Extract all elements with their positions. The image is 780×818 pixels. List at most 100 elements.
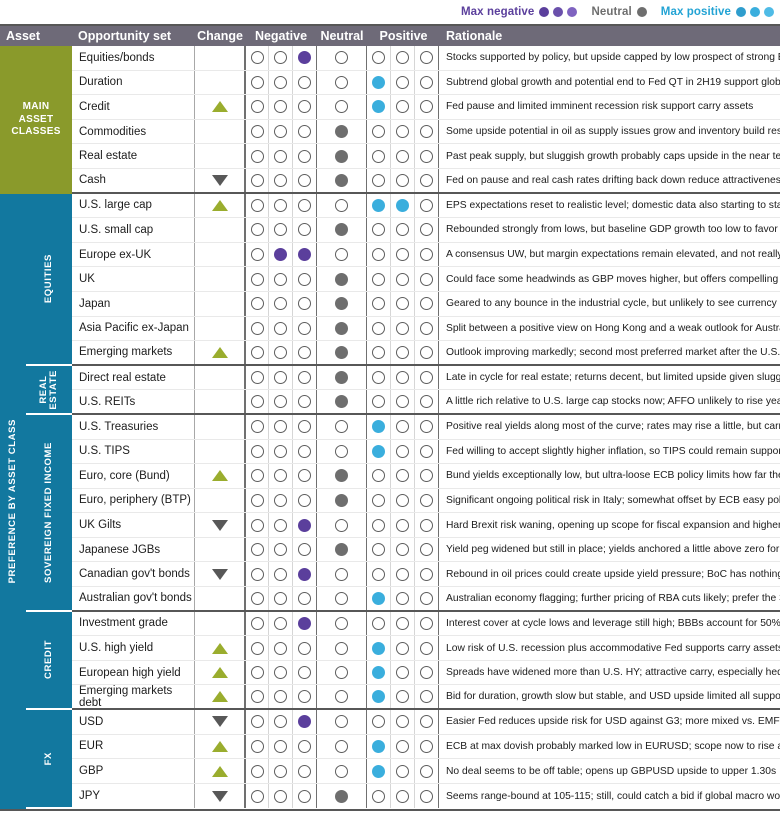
table-row[interactable]: Emerging markets debt Bid for duration, g…	[72, 685, 780, 711]
positive-dot-cell-1	[367, 316, 391, 341]
table-row[interactable]: Emerging markets Outlook improving marked…	[72, 341, 780, 366]
rating-dots	[245, 759, 439, 783]
positive-dot-cell-1	[367, 513, 391, 537]
table-row[interactable]: Japanese JGBs Yield peg widened but still…	[72, 537, 780, 563]
dot-positive-2	[396, 51, 409, 65]
dot-neutral	[335, 567, 348, 581]
neutral-dot-cell	[317, 488, 367, 513]
positive-dot-cell-2	[391, 316, 415, 341]
dot-negative-3	[298, 321, 311, 335]
data-table: Asset class Opportunity set Change Negat…	[0, 24, 780, 811]
table-row[interactable]: Direct real estate Late in cycle for real…	[72, 365, 780, 391]
dot-positive-2	[396, 321, 409, 335]
dot-negative-2	[274, 272, 287, 286]
table-row[interactable]: U.S. high yield Low risk of U.S. recessio…	[72, 636, 780, 661]
positive-dot-cell-1	[367, 70, 391, 95]
positive-dot-cell-1	[367, 267, 391, 291]
table-row[interactable]: U.S. large cap EPS expectations reset to …	[72, 193, 780, 219]
table-row[interactable]: Investment grade Interest cover at cycle …	[72, 611, 780, 637]
positive-dot-cell-1	[367, 488, 391, 513]
table-row[interactable]: USD Easier Fed reduces upside risk for US…	[72, 710, 780, 735]
dot-positive-3	[420, 420, 433, 434]
table-row[interactable]: European high yield Spreads have widened …	[72, 660, 780, 686]
table-row[interactable]: Commodities Some upside potential in oil …	[72, 119, 780, 145]
table-row[interactable]: Australian gov't bonds Australian economy…	[72, 587, 780, 612]
change-cell	[195, 193, 245, 218]
negative-dot-cell-1	[245, 365, 269, 390]
dot-negative-1	[250, 666, 264, 680]
dot-positive-1	[372, 715, 385, 729]
table-row[interactable]: Europe ex-UK A consensus UW, but margin e…	[72, 242, 780, 268]
positive-dot-cell-3	[415, 759, 439, 783]
rationale-cell: Past peak supply, but sluggish growth pr…	[446, 150, 780, 162]
column-header-neutral: Neutral	[320, 29, 364, 43]
change-cell	[195, 636, 245, 660]
opportunity-set-cell: UK	[72, 267, 195, 291]
dot-positive-1	[372, 469, 385, 483]
table-row[interactable]: U.S. TIPS Fed willing to accept slightly …	[72, 439, 780, 465]
negative-dot-cell-2	[269, 710, 293, 734]
triangle-down-icon	[211, 716, 228, 728]
positive-dot-cell-3	[415, 636, 439, 660]
dot-negative-3	[298, 100, 311, 114]
change-cell	[195, 685, 245, 709]
table-row[interactable]: Cash Fed on pause and real cash rates dri…	[72, 168, 780, 194]
change-cell	[195, 562, 245, 587]
neutral-dot-cell	[317, 119, 367, 144]
dot-neutral	[335, 715, 348, 729]
positive-dot-cell-3	[415, 685, 439, 709]
dot-positive-2	[396, 641, 409, 655]
dot-negative-3	[298, 764, 311, 778]
dot-positive-3	[420, 591, 433, 605]
table-row[interactable]: GBP No deal seems to be off table; opens …	[72, 759, 780, 784]
preference-by-asset-class-table: Max negative Neutral Max positive Asset …	[0, 0, 780, 818]
table-row[interactable]: U.S. Treasuries Positive real yields alon…	[72, 414, 780, 440]
neutral-dot-cell	[317, 464, 367, 488]
dot-positive-3	[420, 248, 433, 262]
change-cell	[195, 218, 245, 242]
change-cell	[195, 734, 245, 759]
negative-dot-cell-2	[269, 734, 293, 759]
table-row[interactable]: Real estate Past peak supply, but sluggis…	[72, 144, 780, 169]
group-label-equities-label: EQUITIES	[43, 254, 55, 304]
table-row[interactable]: UK Could face some headwinds as GBP moves…	[72, 267, 780, 292]
dot-positive-2	[396, 198, 409, 212]
table-row[interactable]: UK Gilts Hard Brexit risk waning, opening…	[72, 513, 780, 538]
dot-negative-1	[250, 75, 264, 89]
dot-neutral	[335, 371, 348, 385]
dot-negative-2	[274, 321, 287, 335]
table-row[interactable]: Duration Subtrend global growth and poten…	[72, 70, 780, 96]
negative-dot-cell-3	[293, 611, 317, 636]
rationale-cell: EPS expectations reset to realistic leve…	[446, 199, 780, 211]
table-row[interactable]: Euro, core (Bund) Bund yields exceptional…	[72, 464, 780, 489]
rationale-cell: Hard Brexit risk waning, opening up scop…	[446, 519, 780, 531]
dot-negative-2	[274, 125, 287, 139]
dot-positive-1	[372, 223, 385, 237]
table-row[interactable]: Credit Fed pause and limited imminent rec…	[72, 95, 780, 120]
table-row[interactable]: Asia Pacific ex-Japan Split between a pos…	[72, 316, 780, 342]
rationale-cell: Spreads have widened more than U.S. HY; …	[446, 667, 780, 679]
opportunity-set-cell: Commodities	[72, 119, 195, 144]
table-row[interactable]: Equities/bonds Stocks supported by policy…	[72, 46, 780, 71]
table-row[interactable]: Japan Geared to any bounce in the industr…	[72, 291, 780, 317]
opportunity-set-cell: Emerging markets debt	[72, 685, 195, 709]
table-row[interactable]: U.S. small cap Rebounded strongly from lo…	[72, 218, 780, 243]
dot-negative-2	[274, 739, 287, 753]
table-row[interactable]: EUR ECB at max dovish probably marked low…	[72, 734, 780, 760]
dot-positive-2	[396, 764, 409, 778]
positive-dot-cell-2	[391, 341, 415, 364]
dot-negative-3	[298, 198, 311, 212]
table-row[interactable]: Euro, periphery (BTP) Significant ongoing…	[72, 488, 780, 514]
negative-dot-cell-1	[245, 636, 269, 660]
table-row[interactable]: JPY Seems range-bound at 105-115; still, …	[72, 783, 780, 809]
dot-negative-2	[274, 591, 287, 605]
dot-negative-2	[274, 75, 287, 89]
dot-negative-3	[298, 641, 311, 655]
change-cell	[195, 95, 245, 119]
neutral-dot-cell	[317, 685, 367, 709]
table-row[interactable]: U.S. REITs A little rich relative to U.S.…	[72, 390, 780, 415]
positive-dot-cell-3	[415, 316, 439, 341]
dot-negative-3	[298, 272, 311, 286]
table-row[interactable]: Canadian gov't bonds Rebound in oil price…	[72, 562, 780, 588]
positive-dot-cell-2	[391, 267, 415, 291]
